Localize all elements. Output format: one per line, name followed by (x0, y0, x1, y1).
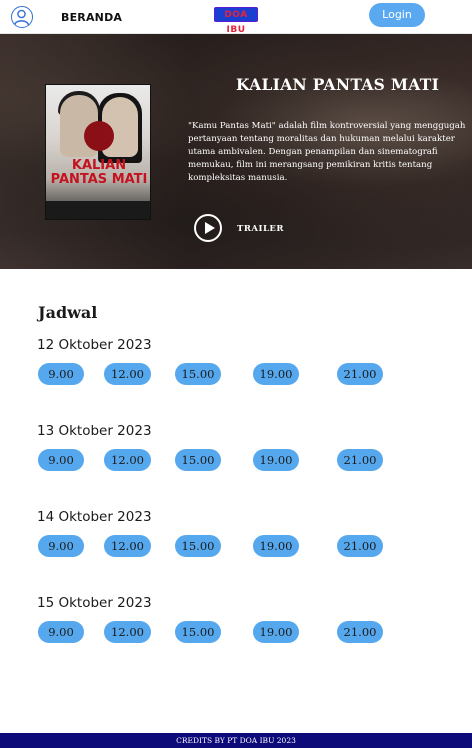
login-button[interactable]: Login (369, 3, 425, 27)
movie-description: "Kamu Pantas Mati" adalah film kontrover… (188, 121, 466, 183)
showtime-button[interactable]: 15.00 (175, 621, 221, 643)
showtime-button[interactable]: 21.00 (337, 449, 383, 471)
showtime-button[interactable]: 12.00 (104, 363, 151, 385)
schedule-day: 12 Oktober 2023 9.00 12.00 15.00 19.00 2… (0, 337, 472, 397)
showtime-button[interactable]: 12.00 (104, 449, 151, 471)
schedule-day: 14 Oktober 2023 9.00 12.00 15.00 19.00 2… (0, 509, 472, 569)
showtime-button[interactable]: 15.00 (175, 363, 221, 385)
showtime-button[interactable]: 19.00 (253, 535, 299, 557)
footer-credits: CREDITS BY PT DOA IBU 2023 (0, 733, 472, 748)
trailer-link[interactable]: TRAILER (237, 224, 284, 234)
showtime-button[interactable]: 9.00 (38, 535, 84, 557)
schedule-date: 12 Oktober 2023 (37, 337, 152, 353)
showtime-button[interactable]: 19.00 (253, 363, 299, 385)
poster-title: KALIAN PANTAS MATI (50, 158, 148, 187)
showtime-button[interactable]: 9.00 (38, 621, 84, 643)
schedule-date: 14 Oktober 2023 (37, 509, 152, 525)
showtime-button[interactable]: 12.00 (104, 535, 151, 557)
movie-poster: KALIAN PANTAS MATI (45, 84, 151, 220)
schedule-day: 15 Oktober 2023 9.00 12.00 15.00 19.00 2… (0, 595, 472, 655)
showtime-button[interactable]: 15.00 (175, 535, 221, 557)
showtime-button[interactable]: 9.00 (38, 449, 84, 471)
play-icon[interactable] (194, 214, 222, 242)
schedule-date: 13 Oktober 2023 (37, 423, 152, 439)
top-navbar: BERANDA DOA IBU Login (0, 0, 472, 35)
showtime-button[interactable]: 9.00 (38, 363, 84, 385)
showtime-button[interactable]: 19.00 (253, 449, 299, 471)
showtime-button[interactable]: 21.00 (337, 535, 383, 557)
schedule-heading: Jadwal (38, 303, 98, 322)
hero-banner: KALIAN PANTAS MATI KALIAN PANTAS MATI "K… (0, 34, 472, 269)
brand-logo[interactable]: DOA IBU (214, 7, 258, 35)
user-avatar-icon[interactable] (11, 6, 33, 28)
movie-title: KALIAN PANTAS MATI (236, 75, 440, 94)
schedule-date: 15 Oktober 2023 (37, 595, 152, 611)
nav-beranda-link[interactable]: BERANDA (61, 11, 122, 24)
showtime-button[interactable]: 12.00 (104, 621, 151, 643)
showtime-button[interactable]: 19.00 (253, 621, 299, 643)
schedule-day: 13 Oktober 2023 9.00 12.00 15.00 19.00 2… (0, 423, 472, 483)
showtime-button[interactable]: 21.00 (337, 621, 383, 643)
showtime-button[interactable]: 21.00 (337, 363, 383, 385)
showtime-button[interactable]: 15.00 (175, 449, 221, 471)
